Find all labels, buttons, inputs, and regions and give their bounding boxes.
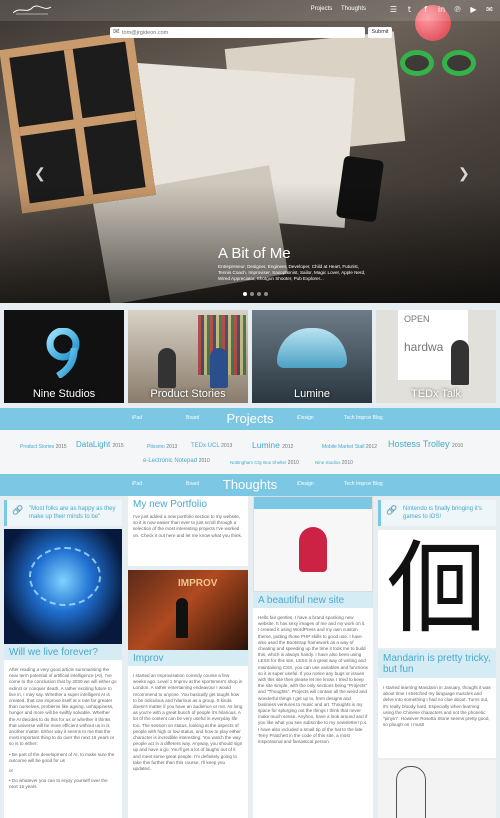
- post-title[interactable]: Mandarin is pretty tricky, but fun: [383, 653, 491, 675]
- twitter-icon[interactable]: t: [405, 5, 414, 14]
- post-title[interactable]: Will we live forever?: [9, 647, 117, 658]
- quote-post[interactable]: 🔗 Nintendo is finally bringing it's game…: [378, 500, 496, 526]
- projects-section-bar: iPad Board Projects iDesign Tech Improv …: [0, 408, 500, 430]
- post-body: Hello fair gentles, I have a brand spank…: [258, 615, 368, 745]
- post-card-portfolio: My new Portfolio I've just added a new p…: [128, 496, 248, 566]
- post-card-improv: I started an Improvisation comedy course…: [128, 666, 248, 818]
- post-title[interactable]: My new Portfolio: [133, 499, 243, 510]
- pinterest-icon[interactable]: ℗: [453, 5, 462, 14]
- hero-subtitle: Entrepreneur, Designer, Engineer, Develo…: [218, 264, 366, 281]
- post-body: I started learning Mandarin in January, …: [383, 685, 491, 728]
- sketch-image[interactable]: [378, 760, 496, 818]
- post-title-band: A beautiful new site: [253, 592, 373, 608]
- board-text: OPEN: [404, 314, 430, 324]
- thoughts-section-bar: iPad Board Thoughts iDesign Tech Improv …: [0, 474, 500, 496]
- hero-gradient: [0, 183, 500, 303]
- post-card-newsite: Hello fair gentles, I have a brand spank…: [253, 608, 373, 818]
- carousel-dot[interactable]: [243, 292, 247, 296]
- project-link[interactable]: Product Stories 2015: [20, 444, 67, 450]
- hero-title: A Bit of Me: [218, 245, 291, 262]
- facebook-icon[interactable]: f: [421, 5, 430, 14]
- email-icon: ✉: [113, 27, 120, 36]
- nav-link-projects[interactable]: Projects: [311, 6, 333, 12]
- post-title-band: Improv: [128, 650, 248, 666]
- youtube-icon[interactable]: ▶: [469, 5, 478, 14]
- carousel-next-icon[interactable]: ❯: [458, 165, 470, 182]
- lamp-image: [277, 328, 347, 368]
- project-link[interactable]: Hostess Trolley 2010: [388, 439, 463, 449]
- nav-links: Projects Thoughts: [304, 6, 366, 12]
- post-body: After reading a very good article summar…: [9, 667, 117, 747]
- new-site-image[interactable]: [253, 496, 373, 592]
- tile-label: Lumine: [293, 388, 331, 400]
- tile-label: TEDx Talk: [411, 388, 461, 400]
- social-links: ☰ t f in ℗ ▶ ✉: [389, 5, 494, 14]
- speaker: [451, 340, 469, 385]
- carousel-dot[interactable]: [264, 292, 268, 296]
- tile-product-stories[interactable]: Product Stories: [128, 310, 248, 403]
- hero-glasses: [400, 50, 480, 78]
- link-icon: 🔗: [386, 506, 398, 516]
- section-link[interactable]: Tech Improv Blog: [344, 415, 383, 421]
- project-link[interactable]: Pilosmo 2013: [147, 444, 177, 450]
- section-link[interactable]: iDesign: [297, 415, 314, 421]
- improv-image[interactable]: IMPROV: [128, 570, 248, 650]
- link-icon: 🔗: [12, 506, 24, 516]
- post-card-ai: After reading a very good article summar…: [4, 660, 122, 818]
- post-title-band: Mandarin is pretty tricky, but fun: [378, 650, 496, 678]
- project-cloud: Product Stories 2015 DataLight 2015 Pilo…: [0, 430, 500, 474]
- tile-label: Nine Studios: [32, 388, 96, 400]
- person: [210, 348, 228, 388]
- post-bullet: • Do whatever you can to enjoy yourself …: [9, 778, 108, 790]
- ai-brain-image[interactable]: [4, 529, 122, 644]
- post-title-band: Will we live forever?: [4, 644, 122, 660]
- carousel-indicators: [243, 292, 268, 296]
- improv-sign: IMPROV: [178, 578, 218, 589]
- tile-label: Product Stories: [150, 388, 226, 400]
- email-input[interactable]: [122, 28, 357, 37]
- nav-link-thoughts[interactable]: Thoughts: [341, 6, 366, 12]
- post-bullet: • Be part of the development of AI, to m…: [9, 751, 115, 763]
- post-card-mandarin: I started learning Mandarin in January, …: [378, 678, 496, 758]
- quote-post[interactable]: 🔗 "Most folks are as happy as they make …: [4, 500, 122, 526]
- tile-lumine[interactable]: Lumine: [252, 310, 372, 403]
- project-link[interactable]: Mobile Market Stall 2012: [322, 444, 377, 450]
- section-link[interactable]: Tech Improv Blog: [344, 481, 383, 487]
- post-title[interactable]: A beautiful new site: [258, 595, 368, 606]
- section-link[interactable]: iDesign: [297, 481, 314, 487]
- projects-title: Projects: [226, 411, 274, 426]
- post-or: or: [9, 768, 14, 774]
- person: [158, 348, 176, 388]
- project-link[interactable]: e-Lectronic Notepad 2010: [143, 458, 210, 464]
- featured-projects: Nine Studios Product Stories Lumine OPEN…: [4, 310, 496, 403]
- rss-icon[interactable]: ☰: [389, 5, 398, 14]
- board-text: hardwa: [404, 340, 444, 354]
- submit-button[interactable]: Submit: [368, 27, 392, 38]
- post-title[interactable]: Improv: [133, 653, 243, 664]
- post-body: I've just added a new portfolio section …: [133, 514, 243, 538]
- hero-caption: A Bit of Me Entrepreneur, Designer, Engi…: [218, 245, 368, 282]
- email-icon[interactable]: ✉: [485, 5, 494, 14]
- carousel-prev-icon[interactable]: ❮: [34, 165, 46, 182]
- quote-text: "Most folks are as happy as they make up…: [29, 506, 116, 520]
- site-logo[interactable]: [12, 4, 52, 16]
- hero-carousel[interactable]: ❮ ❯ Projects Thoughts ☰ t f in ℗ ▶ ✉ ✉ S…: [0, 0, 500, 303]
- post-body: I started an Improvisation comedy course…: [133, 673, 243, 772]
- carousel-dot[interactable]: [250, 292, 254, 296]
- tile-nine-studios[interactable]: Nine Studios: [4, 310, 124, 403]
- nine-studios-logo-icon: [46, 328, 80, 378]
- linkedin-icon[interactable]: in: [437, 5, 446, 14]
- tile-tedx-talk[interactable]: OPEN hardwa TEDx Talk: [376, 310, 496, 403]
- carousel-dot[interactable]: [257, 292, 261, 296]
- chinese-character-image[interactable]: 佪: [378, 530, 496, 648]
- top-navigation: Projects Thoughts ☰ t f in ℗ ▶ ✉: [0, 0, 500, 21]
- thoughts-title: Thoughts: [222, 477, 278, 492]
- project-link[interactable]: Lumine 2012: [252, 440, 293, 450]
- project-link[interactable]: Nottingham City Bus Shelter 2010: [230, 460, 299, 466]
- project-link[interactable]: DataLight 2015: [76, 440, 124, 449]
- newsletter-bar: ✉: [110, 27, 365, 38]
- project-link[interactable]: Nine Studios 2010: [315, 460, 353, 466]
- project-link[interactable]: TEDx UCL 2013: [191, 443, 232, 449]
- quote-text: Nintendo is finally bringing it's games …: [403, 506, 482, 520]
